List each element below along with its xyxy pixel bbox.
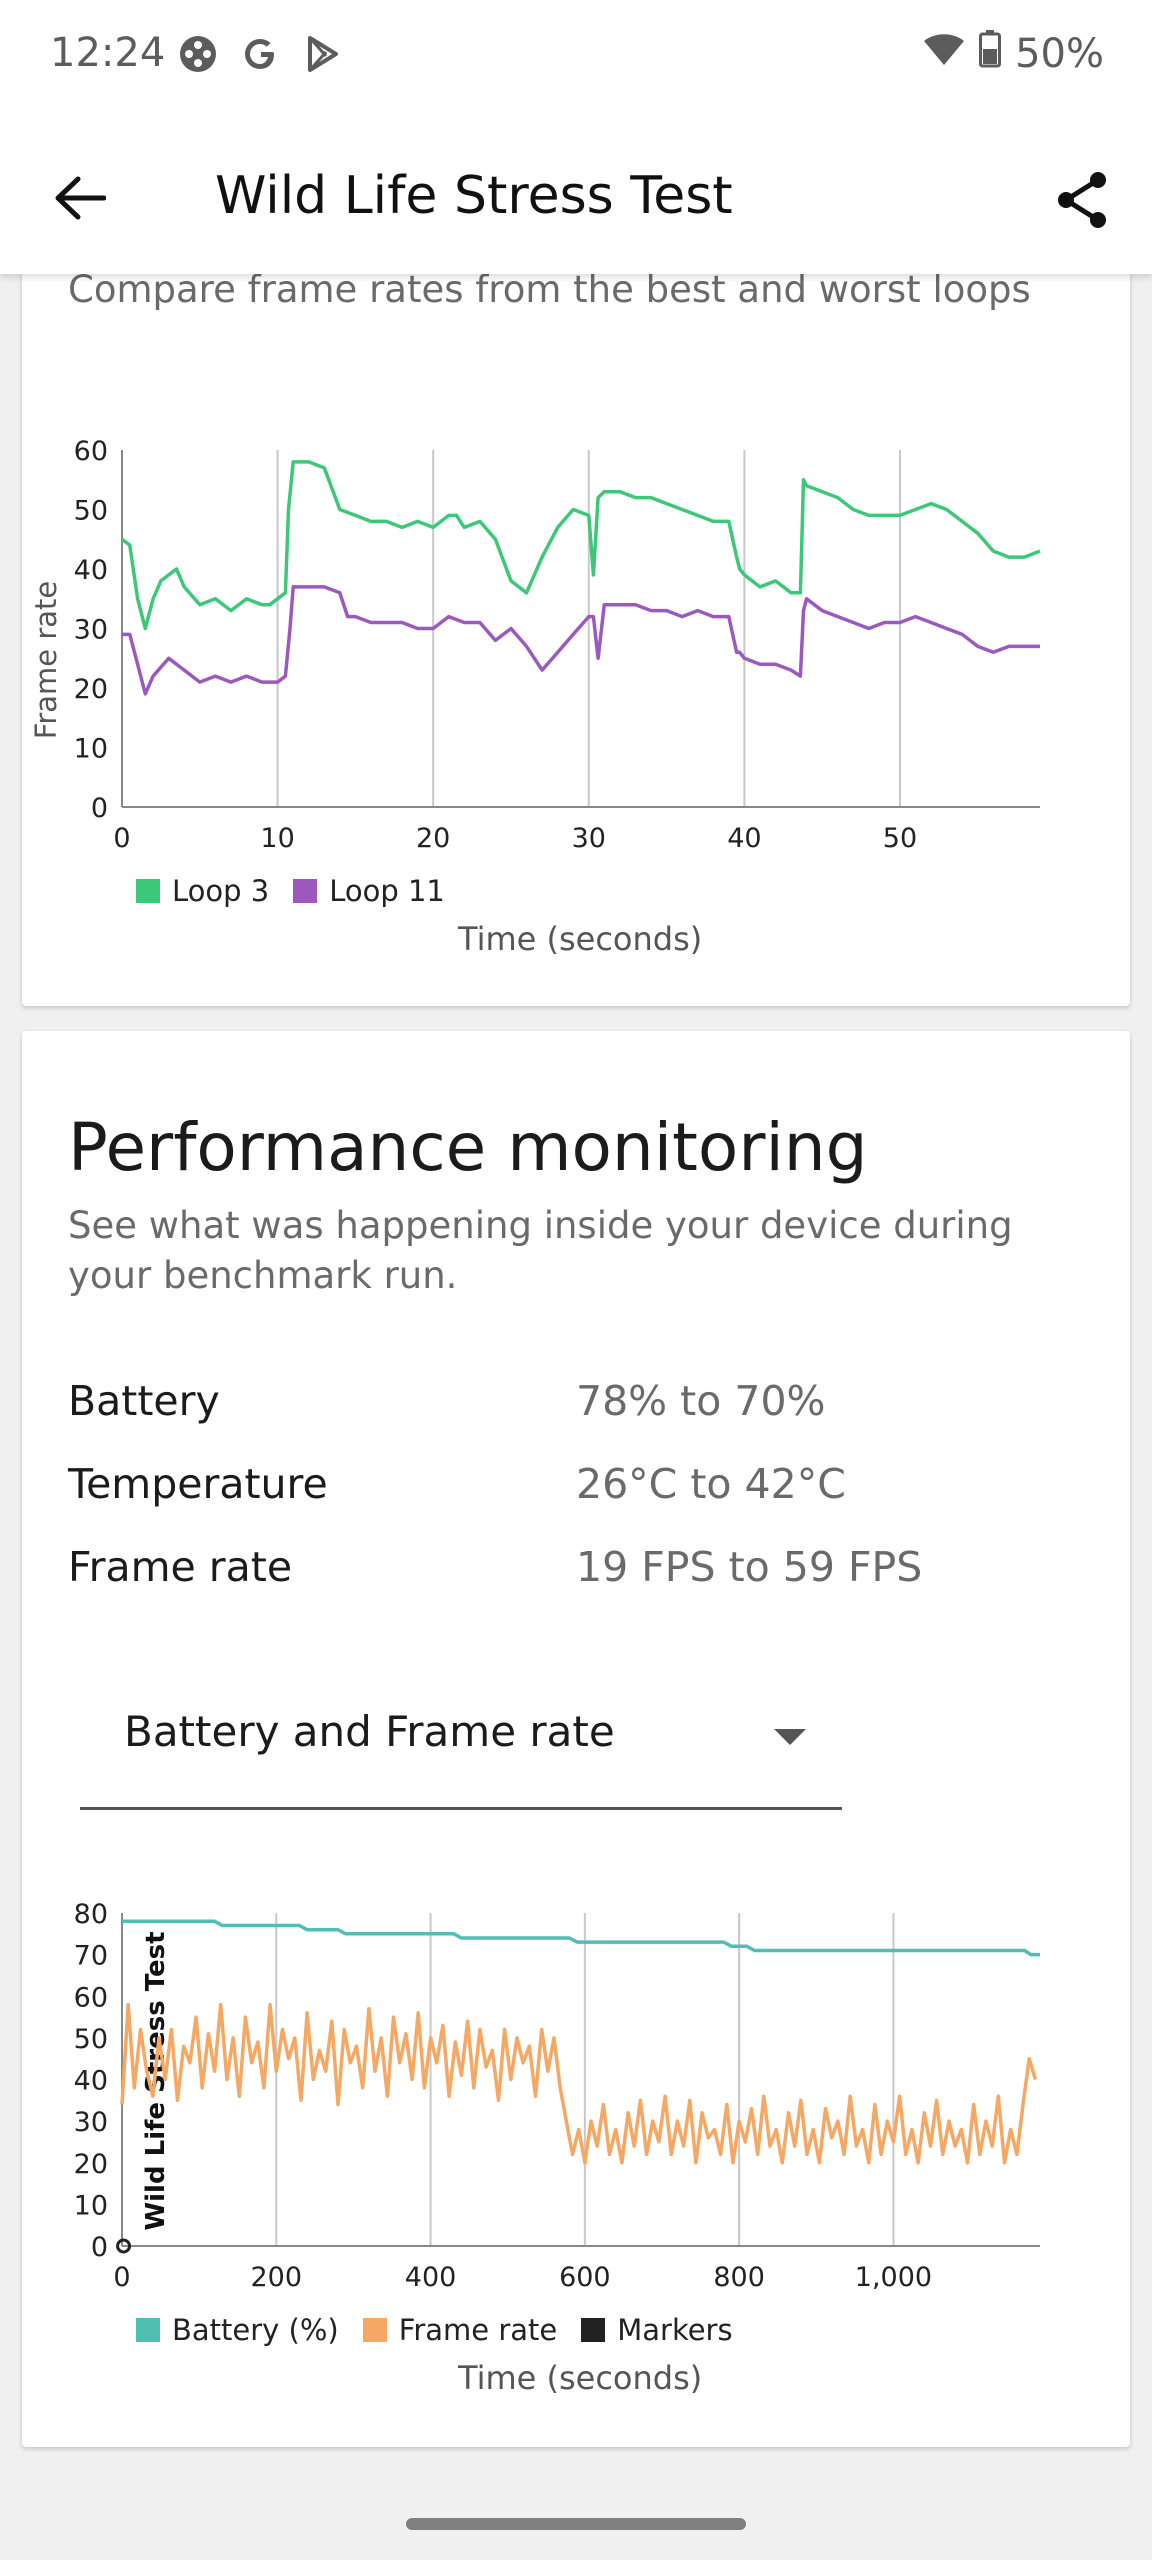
performance-monitoring-card: Performance monitoring See what was happ…: [22, 1031, 1130, 2447]
x-tick-label: 0: [113, 2262, 130, 2293]
back-button[interactable]: [42, 160, 118, 236]
status-bar: 12:24 50%: [0, 0, 1152, 120]
legend-item-battery: Battery (%): [136, 2313, 339, 2347]
x-tick-label: 600: [559, 2262, 611, 2293]
battery-icon: [979, 30, 1002, 78]
y-tick-label: 60: [74, 1982, 108, 2013]
page-title: Wild Life Stress Test: [215, 166, 733, 226]
x-tick-label: 400: [405, 2262, 457, 2293]
y-tick-label: 0: [91, 2232, 108, 2263]
x-tick-label: 800: [713, 2262, 765, 2293]
y-tick-label: 40: [74, 2066, 108, 2097]
y-tick-label: 10: [74, 734, 108, 765]
app-bar: Wild Life Stress Test: [0, 120, 1152, 274]
y-tick-label: 50: [74, 2024, 108, 2055]
frame-rate-comparison-card: Compare frame rates from the best and wo…: [22, 240, 1130, 1006]
y-tick-label: 80: [74, 1899, 108, 1930]
google-icon: [240, 34, 280, 78]
share-button[interactable]: [1042, 160, 1122, 240]
y-axis-title: Frame rate: [29, 581, 63, 739]
legend-swatch-markers: [581, 2318, 606, 2342]
legend-label: Markers: [617, 2313, 733, 2347]
x-axis-title: Time (seconds): [458, 920, 703, 958]
legend-item-markers: Markers: [581, 2313, 733, 2347]
x-tick-label: 10: [260, 823, 294, 854]
legend-item-loop-3: Loop 3: [136, 874, 269, 908]
share-icon: [1058, 172, 1106, 228]
legend-label: Loop 11: [329, 874, 445, 908]
legend-item-loop-11: Loop 11: [293, 874, 445, 908]
series-line-loop-3: [120, 460, 1041, 631]
x-tick-label: 50: [883, 823, 917, 854]
y-tick-label: 70: [74, 1941, 108, 1972]
chart-legend: Battery (%) Frame rate Markers: [136, 2313, 757, 2347]
legend-label: Battery (%): [172, 2313, 339, 2347]
x-axis-title: Time (seconds): [458, 2359, 703, 2397]
legend-swatch-frame-rate: [362, 2318, 387, 2342]
play-store-icon: [302, 34, 342, 78]
x-tick-label: 0: [113, 823, 130, 854]
x-tick-label: 30: [572, 823, 606, 854]
legend-swatch-loop-11: [293, 879, 318, 903]
x-tick-label: 200: [251, 2262, 303, 2293]
legend-label: Frame rate: [398, 2313, 558, 2347]
legend-swatch-battery: [136, 2318, 160, 2342]
performance-chart: 0 200 400 600 800 1,00001020304050607080Wild …: [74, 1899, 1040, 2293]
legend-item-frame-rate: Frame rate: [362, 2313, 558, 2347]
x-tick-label: 1,000: [855, 2262, 932, 2293]
status-system-icons: 50%: [923, 30, 1104, 78]
series-line-battery: [122, 1919, 1040, 1957]
arrow-left-icon: [55, 176, 106, 220]
legend-swatch-loop-3: [136, 879, 160, 903]
x-tick-label: 40: [727, 823, 761, 854]
game-controller-icon: [178, 34, 218, 78]
y-tick-label: 30: [74, 615, 108, 646]
legend-label: Loop 3: [172, 874, 270, 908]
wifi-icon: [923, 31, 965, 77]
y-tick-label: 40: [74, 555, 108, 586]
x-tick-label: 20: [416, 823, 450, 854]
y-tick-label: 0: [91, 793, 108, 824]
y-tick-label: 10: [74, 2190, 108, 2221]
status-notification-icons: [178, 34, 342, 78]
y-tick-label: 20: [74, 674, 108, 705]
chart-legend: Loop 3 Loop 11: [136, 874, 469, 908]
home-indicator[interactable]: [406, 2518, 746, 2530]
series-line-frame-rate: [120, 2002, 1038, 2165]
y-tick-label: 20: [74, 2149, 108, 2180]
y-tick-label: 60: [74, 436, 108, 467]
y-tick-label: 50: [74, 496, 108, 527]
status-time: 12:24: [50, 30, 166, 76]
battery-percent: 50%: [1015, 31, 1104, 77]
y-tick-label: 30: [74, 2107, 108, 2138]
